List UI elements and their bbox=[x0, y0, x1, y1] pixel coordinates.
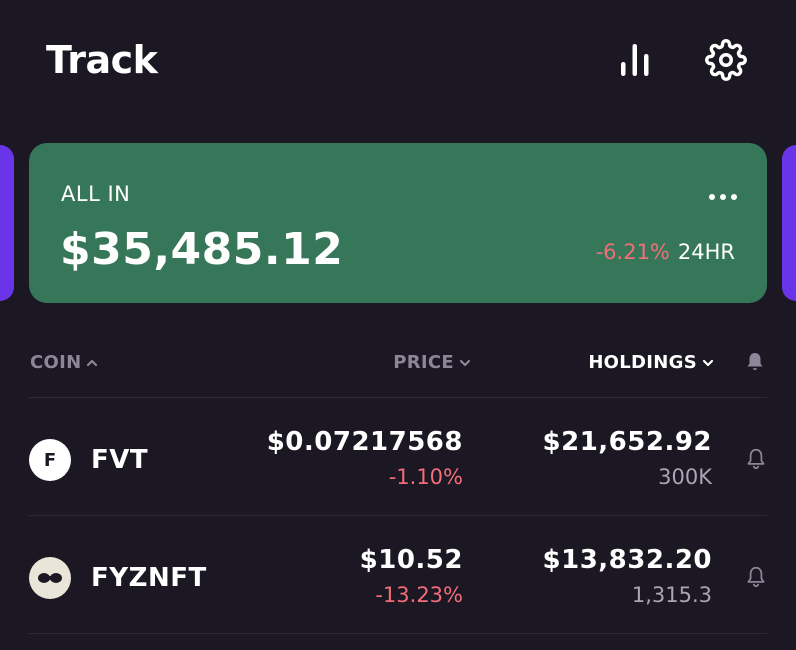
page-title: Track bbox=[46, 38, 158, 82]
coin-symbol: FVT bbox=[91, 445, 149, 475]
coin-logo-icon bbox=[29, 557, 71, 599]
next-card-peek[interactable] bbox=[782, 145, 796, 301]
portfolio-change-percent: -6.21% bbox=[595, 240, 670, 264]
settings-gear-icon bbox=[705, 39, 747, 81]
holdings-quantity: 1,315.3 bbox=[631, 583, 712, 607]
sort-coin-header[interactable]: COIN bbox=[30, 350, 99, 376]
coin-logo-letter: F bbox=[43, 449, 57, 471]
price-alert-button[interactable] bbox=[743, 564, 769, 590]
holdings-column-label: HOLDINGS bbox=[588, 352, 697, 373]
bell-filled-icon[interactable] bbox=[743, 350, 767, 374]
track-screen: Track ALL IN $35,485.12 -6.21% 24HR COIN bbox=[0, 0, 796, 650]
stats-icon bbox=[621, 44, 649, 76]
sort-price-header[interactable]: PRICE bbox=[393, 350, 472, 376]
previous-card-peek[interactable] bbox=[0, 145, 14, 301]
coin-price: $0.07217568 bbox=[266, 427, 463, 457]
coin-price: $10.52 bbox=[359, 545, 463, 575]
coin-row[interactable]: F FVT $0.07217568 -1.10% $21,652.92 300K bbox=[0, 399, 796, 517]
portfolio-change-period: 24HR bbox=[677, 240, 735, 264]
chevron-down-icon bbox=[702, 359, 714, 367]
portfolio-value: $35,485.12 bbox=[60, 224, 344, 275]
divider bbox=[29, 397, 767, 398]
more-horizontal-icon bbox=[709, 194, 737, 200]
coin-symbol: FYZNFT bbox=[91, 563, 207, 593]
holdings-value: $13,832.20 bbox=[542, 545, 712, 575]
bell-outline-icon bbox=[747, 448, 765, 470]
bell-outline-icon bbox=[747, 566, 765, 588]
divider bbox=[29, 515, 767, 516]
portfolio-change: -6.21% 24HR bbox=[596, 239, 735, 265]
coin-logo-icon: F bbox=[29, 439, 71, 481]
chevron-up-icon bbox=[87, 359, 98, 367]
holdings-value: $21,652.92 bbox=[542, 427, 712, 457]
divider bbox=[29, 633, 767, 634]
portfolio-card[interactable]: ALL IN $35,485.12 -6.21% 24HR bbox=[29, 143, 767, 303]
sort-holdings-header[interactable]: HOLDINGS bbox=[588, 350, 715, 376]
chevron-down-icon bbox=[459, 359, 471, 367]
more-options-button[interactable] bbox=[697, 183, 737, 211]
coin-column-label: COIN bbox=[30, 352, 82, 373]
coin-row[interactable]: FYZNFT $10.52 -13.23% $13,832.20 1,315.3 bbox=[0, 517, 796, 635]
coin-price-change: -13.23% bbox=[375, 583, 463, 607]
price-alert-button[interactable] bbox=[743, 446, 769, 472]
stats-button[interactable] bbox=[611, 36, 659, 84]
settings-button[interactable] bbox=[702, 36, 750, 84]
portfolio-label: ALL IN bbox=[61, 182, 131, 206]
infinity-logo-icon bbox=[38, 573, 62, 583]
holdings-quantity: 300K bbox=[658, 465, 712, 489]
coin-price-change: -1.10% bbox=[388, 465, 463, 489]
price-column-label: PRICE bbox=[393, 352, 454, 373]
